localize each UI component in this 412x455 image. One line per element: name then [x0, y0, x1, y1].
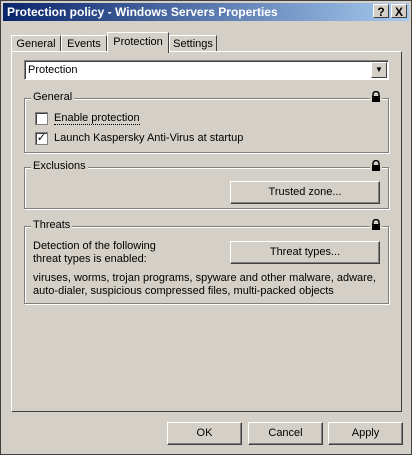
- tab-label: General: [16, 38, 56, 50]
- dropdown-value: Protection: [28, 64, 78, 76]
- title-bar[interactable]: Protection policy - Windows Servers Prop…: [3, 3, 409, 21]
- checkbox-label: Enable protection: [54, 112, 140, 125]
- properties-window: Protection policy - Windows Servers Prop…: [0, 0, 412, 455]
- threat-types-button[interactable]: Threat types...: [230, 241, 380, 264]
- general-group: General Enable protection ✓ Launch Kaspe…: [24, 90, 389, 153]
- threat-list: viruses, worms, trojan programs, spyware…: [33, 272, 376, 284]
- close-icon: X: [394, 5, 403, 19]
- button-label: Threat types...: [269, 246, 341, 258]
- threat-list: auto-dialer, suspicious compressed files…: [33, 285, 334, 297]
- tab-label: Settings: [173, 38, 213, 50]
- group-title: General: [31, 91, 75, 103]
- ok-button[interactable]: OK: [167, 422, 242, 445]
- button-label: Apply: [351, 427, 380, 439]
- exclusions-group: Exclusions Trusted zone...: [24, 159, 389, 209]
- lock-icon[interactable]: [370, 218, 382, 231]
- lock-icon[interactable]: [370, 90, 382, 103]
- chevron-down-icon[interactable]: ▼: [371, 62, 387, 78]
- group-title: Exclusions: [31, 160, 88, 172]
- group-title: Threats: [31, 219, 73, 231]
- section-dropdown[interactable]: Protection ▼: [24, 60, 389, 80]
- lock-icon[interactable]: [370, 159, 382, 172]
- button-label: Trusted zone...: [268, 186, 342, 198]
- tab-label: Events: [67, 38, 101, 50]
- tab-events[interactable]: Events: [61, 35, 107, 52]
- button-label: OK: [196, 427, 213, 439]
- window-title: Protection policy - Windows Servers Prop…: [7, 5, 278, 19]
- tab-label: Protection: [113, 36, 163, 48]
- checkbox-label: Launch Kaspersky Anti-Virus at startup: [54, 132, 244, 144]
- tab-settings[interactable]: Settings: [169, 35, 217, 52]
- close-button[interactable]: X: [391, 4, 407, 19]
- help-icon: ?: [377, 5, 385, 19]
- tab-general[interactable]: General: [11, 35, 61, 52]
- checkmark-icon[interactable]: ✓: [35, 132, 48, 145]
- trusted-zone-button[interactable]: Trusted zone...: [230, 181, 380, 204]
- apply-button[interactable]: Apply: [328, 422, 403, 445]
- button-label: Cancel: [268, 427, 303, 439]
- checkbox-box[interactable]: [35, 112, 48, 125]
- threats-description: threat types is enabled:: [33, 253, 147, 265]
- help-button[interactable]: ?: [373, 4, 389, 19]
- threats-group: Threats Detection of the following threa…: [24, 218, 389, 304]
- threats-description: Detection of the following: [33, 240, 156, 252]
- cancel-button[interactable]: Cancel: [248, 422, 323, 445]
- tab-protection[interactable]: Protection: [107, 32, 169, 53]
